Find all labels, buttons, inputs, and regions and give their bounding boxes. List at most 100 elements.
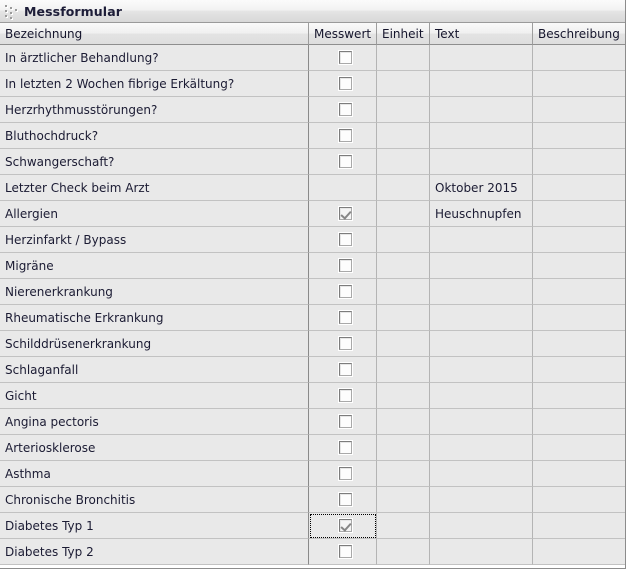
checkbox-unchecked-icon[interactable] — [338, 389, 352, 402]
cell-beschreibung[interactable] — [533, 487, 625, 513]
cell-beschreibung[interactable] — [533, 279, 625, 305]
cell-beschreibung[interactable] — [533, 409, 625, 435]
cell-text[interactable] — [430, 45, 533, 71]
table-row[interactable]: Schlaganfall — [0, 357, 625, 383]
checkbox-unchecked-icon[interactable] — [338, 103, 352, 116]
cell-bezeichnung[interactable]: Migräne — [0, 253, 309, 279]
cell-beschreibung[interactable] — [533, 201, 625, 227]
cell-text[interactable]: Oktober 2015 — [430, 175, 533, 201]
cell-bezeichnung[interactable]: Schlaganfall — [0, 357, 309, 383]
cell-messwert[interactable] — [309, 45, 377, 71]
cell-einheit[interactable] — [377, 409, 430, 435]
cell-messwert[interactable] — [309, 383, 377, 409]
table-row[interactable]: Gicht — [0, 383, 625, 409]
cell-bezeichnung[interactable]: Nierenerkrankung — [0, 279, 309, 305]
cell-text[interactable] — [430, 149, 533, 175]
cell-text[interactable] — [430, 409, 533, 435]
cell-einheit[interactable] — [377, 175, 430, 201]
cell-messwert[interactable] — [309, 201, 377, 227]
cell-text[interactable] — [430, 435, 533, 461]
checkbox-unchecked-icon[interactable] — [338, 493, 352, 506]
cell-einheit[interactable] — [377, 97, 430, 123]
cell-bezeichnung[interactable]: Arteriosklerose — [0, 435, 309, 461]
cell-bezeichnung[interactable]: Allergien — [0, 201, 309, 227]
column-header-bezeichnung[interactable]: Bezeichnung — [0, 23, 309, 45]
column-header-text[interactable]: Text — [430, 23, 533, 45]
cell-einheit[interactable] — [377, 461, 430, 487]
table-row[interactable]: Diabetes Typ 1 — [0, 513, 625, 539]
cell-text[interactable] — [430, 513, 533, 539]
table-row[interactable]: Herzinfarkt / Bypass — [0, 227, 625, 253]
cell-beschreibung[interactable] — [533, 71, 625, 97]
cell-text[interactable] — [430, 539, 533, 565]
checkbox-unchecked-icon[interactable] — [338, 311, 352, 324]
table-row[interactable]: Letzter Check beim Arzt Oktober 2015 — [0, 175, 625, 201]
table-row[interactable]: Chronische Bronchitis — [0, 487, 625, 513]
cell-beschreibung[interactable] — [533, 97, 625, 123]
cell-text[interactable] — [430, 357, 533, 383]
column-header-beschreibung[interactable]: Beschreibung — [533, 23, 625, 45]
checkbox-unchecked-icon[interactable] — [338, 51, 352, 64]
cell-messwert[interactable] — [309, 279, 377, 305]
table-row[interactable]: In ärztlicher Behandlung? — [0, 45, 625, 71]
cell-messwert[interactable] — [309, 487, 377, 513]
cell-einheit[interactable] — [377, 45, 430, 71]
cell-einheit[interactable] — [377, 305, 430, 331]
cell-messwert[interactable] — [309, 123, 377, 149]
cell-text[interactable] — [430, 279, 533, 305]
panel-titlebar[interactable]: Messformular — [0, 0, 625, 23]
table-row[interactable]: Schwangerschaft? — [0, 149, 625, 175]
checkbox-unchecked-icon[interactable] — [338, 467, 352, 480]
cell-text[interactable] — [430, 305, 533, 331]
cell-einheit[interactable] — [377, 435, 430, 461]
checkbox-unchecked-icon[interactable] — [338, 285, 352, 298]
cell-beschreibung[interactable] — [533, 175, 625, 201]
cell-bezeichnung[interactable]: Bluthochdruck? — [0, 123, 309, 149]
checkbox-unchecked-icon[interactable] — [338, 363, 352, 376]
cell-einheit[interactable] — [377, 331, 430, 357]
cell-text[interactable] — [430, 227, 533, 253]
cell-messwert[interactable] — [309, 227, 377, 253]
cell-text[interactable] — [430, 331, 533, 357]
cell-messwert[interactable] — [309, 513, 377, 539]
checkbox-checked-icon[interactable] — [338, 207, 352, 220]
cell-einheit[interactable] — [377, 357, 430, 383]
cell-bezeichnung[interactable]: In ärztlicher Behandlung? — [0, 45, 309, 71]
cell-messwert[interactable] — [309, 435, 377, 461]
cell-messwert[interactable] — [309, 357, 377, 383]
column-header-messwert[interactable]: Messwert — [309, 23, 377, 45]
cell-beschreibung[interactable] — [533, 461, 625, 487]
cell-beschreibung[interactable] — [533, 539, 625, 565]
cell-text[interactable] — [430, 461, 533, 487]
cell-text[interactable] — [430, 487, 533, 513]
cell-messwert[interactable] — [309, 149, 377, 175]
table-row[interactable]: Migräne — [0, 253, 625, 279]
cell-beschreibung[interactable] — [533, 357, 625, 383]
cell-bezeichnung[interactable]: Asthma — [0, 461, 309, 487]
cell-text[interactable] — [430, 71, 533, 97]
cell-messwert[interactable] — [309, 175, 377, 201]
checkbox-unchecked-icon[interactable] — [338, 233, 352, 246]
cell-einheit[interactable] — [377, 383, 430, 409]
checkbox-unchecked-icon[interactable] — [338, 415, 352, 428]
cell-messwert[interactable] — [309, 409, 377, 435]
cell-beschreibung[interactable] — [533, 305, 625, 331]
cell-messwert[interactable] — [309, 305, 377, 331]
cell-bezeichnung[interactable]: Diabetes Typ 2 — [0, 539, 309, 565]
cell-bezeichnung[interactable]: Diabetes Typ 1 — [0, 513, 309, 539]
checkbox-unchecked-icon[interactable] — [338, 441, 352, 454]
cell-bezeichnung[interactable]: Gicht — [0, 383, 309, 409]
cell-messwert[interactable] — [309, 253, 377, 279]
table-row[interactable]: In letzten 2 Wochen fibrige Erkältung? — [0, 71, 625, 97]
table-row[interactable]: Herzrhythmusstörungen? — [0, 97, 625, 123]
cell-beschreibung[interactable] — [533, 513, 625, 539]
checkbox-checked-icon[interactable] — [338, 519, 352, 532]
cell-text[interactable] — [430, 123, 533, 149]
checkbox-unchecked-icon[interactable] — [338, 545, 352, 558]
cell-messwert[interactable] — [309, 461, 377, 487]
cell-einheit[interactable] — [377, 201, 430, 227]
cell-beschreibung[interactable] — [533, 435, 625, 461]
cell-text[interactable] — [430, 383, 533, 409]
table-row[interactable]: Arteriosklerose — [0, 435, 625, 461]
cell-messwert[interactable] — [309, 331, 377, 357]
